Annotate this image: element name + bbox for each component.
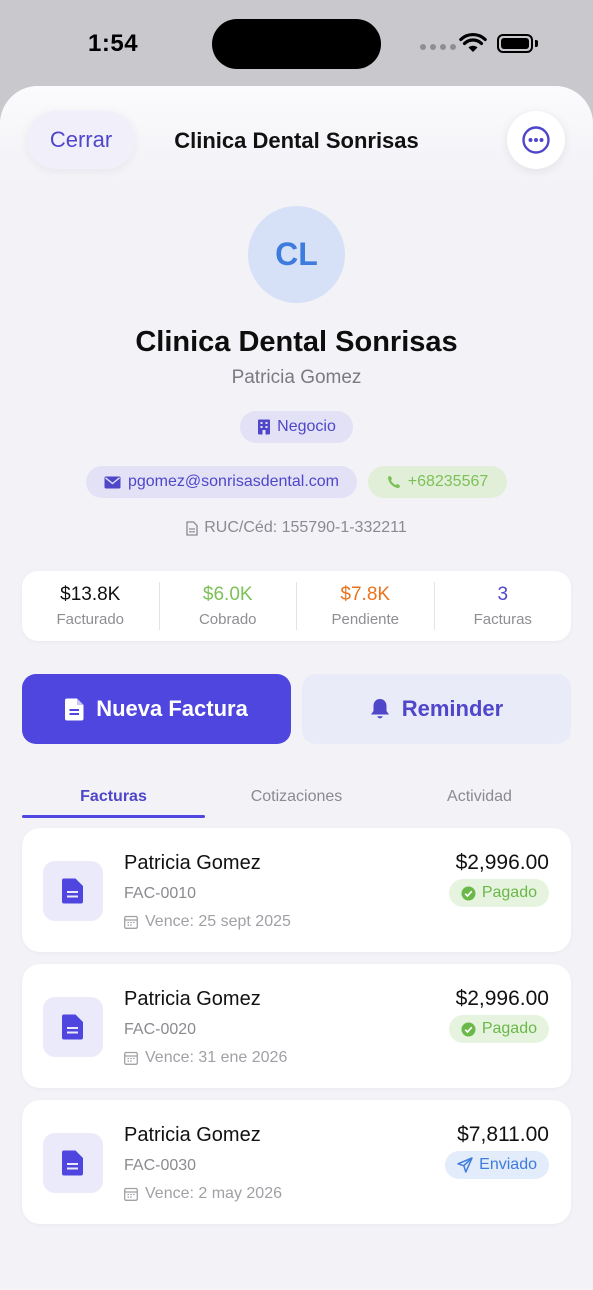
stat-pendiente: $7.8K Pendiente (297, 582, 435, 630)
phone-icon (387, 475, 400, 489)
status-badge: Pagado (448, 879, 549, 907)
invoice-row[interactable]: Patricia Gomez FAC-0010 Vence: 25 sept 2… (22, 828, 571, 952)
invoice-document-icon (43, 997, 103, 1057)
new-invoice-button[interactable]: Nueva Factura (22, 674, 291, 744)
check-circle-icon (461, 886, 476, 900)
stat-label: Facturas (473, 611, 532, 628)
status-label: Pagado (481, 1020, 537, 1037)
invoice-number: FAC-0020 (124, 1021, 197, 1038)
invoice-document-icon (43, 1133, 103, 1193)
stat-value: $13.8K (60, 584, 121, 605)
invoice-document-icon (43, 861, 103, 921)
contact-name: Patricia Gomez (231, 367, 362, 388)
client-type-label: Negocio (277, 418, 336, 435)
client-name: Clinica Dental Sonrisas (135, 326, 458, 358)
stat-facturado: $13.8K Facturado (22, 582, 160, 630)
status-time: 1:54 (88, 30, 139, 57)
stat-cobrado: $6.0K Cobrado (160, 582, 297, 630)
calendar-icon (124, 1051, 138, 1065)
stat-label: Pendiente (331, 611, 400, 628)
stat-value: $7.8K (340, 584, 391, 605)
more-options-button[interactable] (507, 111, 565, 169)
invoice-number: FAC-0030 (124, 1157, 197, 1174)
email-chip[interactable]: pgomez@sonrisasdental.com (86, 466, 357, 498)
tab-bar: Facturas Cotizaciones Actividad (22, 776, 571, 818)
reminder-button[interactable]: Reminder (302, 674, 571, 744)
status-badge: Pagado (448, 1015, 549, 1043)
invoice-row[interactable]: Patricia Gomez FAC-0030 Vence: 2 may 202… (22, 1100, 571, 1224)
stat-value: $6.0K (202, 584, 253, 605)
tab-actividad[interactable]: Actividad (388, 776, 571, 818)
invoice-due-text: Vence: 2 may 2026 (145, 1185, 282, 1202)
invoice-due: Vence: 2 may 2026 (124, 1185, 282, 1203)
stat-value: 3 (497, 584, 509, 605)
invoice-number: FAC-0010 (124, 885, 197, 902)
status-label: Pagado (481, 884, 537, 901)
reminder-label: Reminder (401, 696, 504, 721)
cellular-signal-icon (420, 44, 456, 50)
header-title: Clinica Dental Sonrisas (174, 128, 419, 153)
avatar: CL (248, 206, 345, 303)
client-type-badge: Negocio (240, 411, 353, 443)
stat-label: Cobrado (198, 611, 257, 628)
invoice-due: Vence: 31 ene 2026 (124, 1049, 287, 1067)
dynamic-island (212, 19, 381, 69)
document-outline-icon (186, 520, 198, 536)
check-circle-icon (461, 1022, 476, 1036)
phone-text: +68235567 (407, 473, 489, 490)
tab-facturas[interactable]: Facturas (22, 776, 205, 818)
document-fill-icon (65, 698, 84, 720)
stat-facturas: 3 Facturas (435, 582, 572, 630)
status-bar: 1:54 (0, 0, 593, 86)
ellipsis-circle-icon (522, 126, 550, 154)
invoice-amount: $2,996.00 (455, 851, 549, 874)
invoice-client: Patricia Gomez (124, 852, 261, 874)
invoice-amount: $7,811.00 (457, 1123, 549, 1146)
bell-icon (370, 699, 389, 719)
invoice-due-text: Vence: 25 sept 2025 (145, 913, 291, 930)
client-detail-sheet: Cerrar Clinica Dental Sonrisas CL Clinic… (0, 86, 593, 1290)
invoice-client: Patricia Gomez (124, 1124, 261, 1146)
tab-cotizaciones[interactable]: Cotizaciones (205, 776, 388, 818)
battery-tip (535, 40, 538, 47)
stat-label: Facturado (56, 611, 125, 628)
envelope-icon (104, 476, 121, 488)
status-label: Enviado (479, 1156, 537, 1173)
email-text: pgomez@sonrisasdental.com (127, 473, 339, 490)
invoice-due: Vence: 25 sept 2025 (124, 913, 291, 931)
new-invoice-label: Nueva Factura (96, 696, 248, 721)
building-icon (258, 419, 271, 435)
calendar-icon (124, 915, 138, 929)
invoice-client: Patricia Gomez (124, 988, 261, 1010)
calendar-icon (124, 1187, 138, 1201)
invoice-amount: $2,996.00 (455, 987, 549, 1010)
wifi-icon (459, 32, 487, 52)
battery-icon (497, 34, 533, 53)
tax-id-text: RUC/Céd: 155790-1-332211 (204, 519, 407, 536)
phone-chip[interactable]: +68235567 (368, 466, 507, 498)
stats-bar: $13.8K Facturado $6.0K Cobrado $7.8K Pen… (22, 571, 571, 641)
tax-id: RUC/Céd: 155790-1-332211 (0, 519, 593, 537)
invoice-due-text: Vence: 31 ene 2026 (145, 1049, 288, 1066)
paper-plane-icon (457, 1157, 473, 1173)
status-badge: Enviado (445, 1151, 549, 1179)
invoice-row[interactable]: Patricia Gomez FAC-0020 Vence: 31 ene 20… (22, 964, 571, 1088)
